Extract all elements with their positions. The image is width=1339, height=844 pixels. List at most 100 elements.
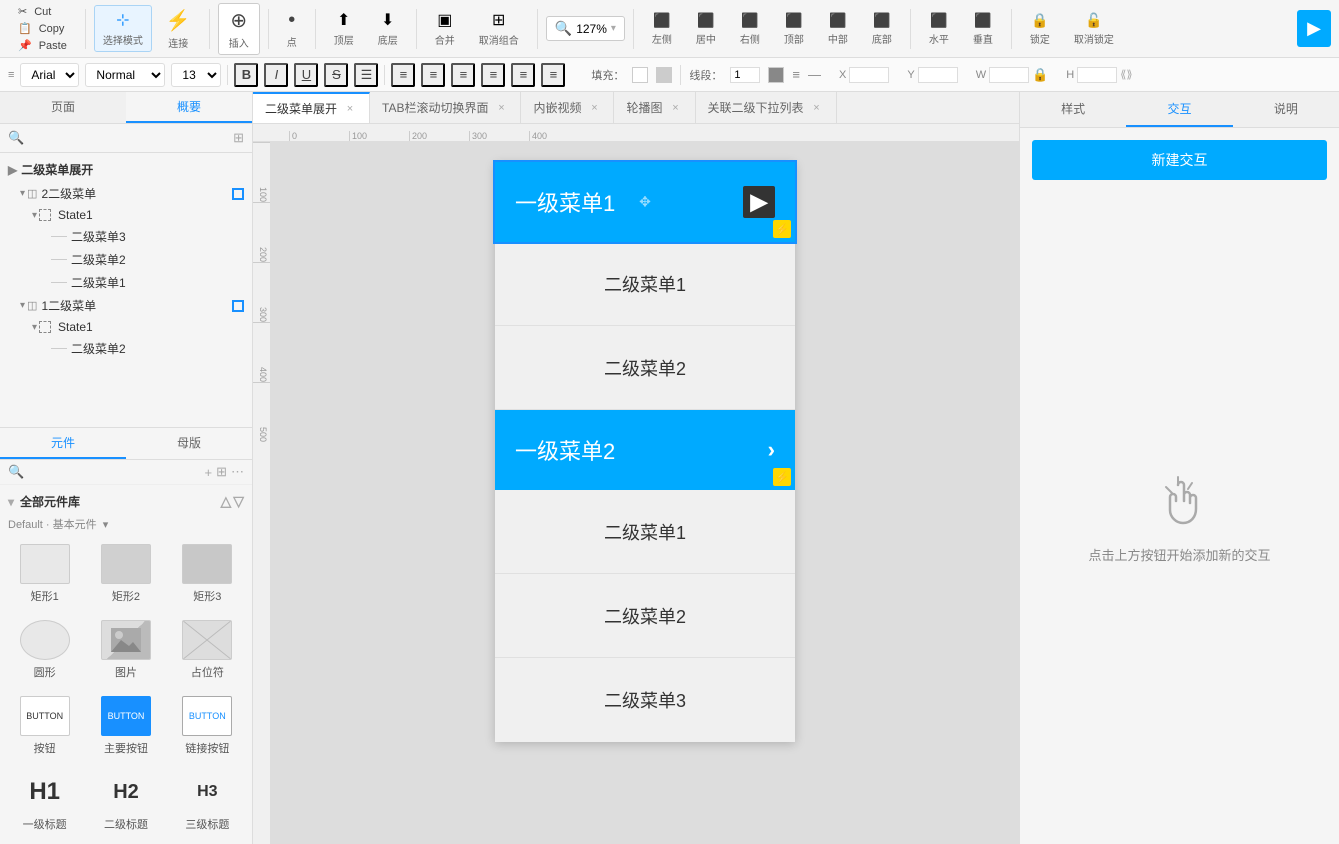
tab-overview[interactable]: 概要 [126,92,252,123]
comp-item-btn-link[interactable]: BUTTON 链接按钮 [171,692,244,760]
comp-more-icon[interactable]: ⋯ [231,464,244,480]
y-input[interactable] [918,67,958,83]
layer-item-submenu2-b[interactable]: ▾ 二级菜单2 [0,337,252,360]
layer-item-state1-b[interactable]: ▾ State1 [0,317,252,337]
canvas-tab-1[interactable]: 二级菜单展开 × [253,92,370,123]
align-right-button[interactable]: ⬛ 右侧 [730,8,770,50]
comp-item-rect2[interactable]: 矩形2 [89,540,162,608]
paste-button[interactable]: 📌 Paste [14,37,71,54]
component-search-input[interactable] [28,465,200,479]
underline-button[interactable]: U [294,63,318,87]
align-center-text-button[interactable]: ≡ [421,63,445,87]
point-button[interactable]: • 点 [277,5,307,53]
zoom-control[interactable]: 🔍 127% ▾ [546,16,625,41]
copy-button[interactable]: 📋 Copy [14,20,71,37]
font-size-select[interactable]: 13 [171,63,221,87]
group-button[interactable]: ▣ 合并 [425,6,465,51]
page-down-button[interactable]: ⬇ 底层 [368,6,408,51]
layer-item-2submenu[interactable]: ▾ ◫ 2二级菜单 [0,182,252,205]
fill-color-box[interactable] [632,67,648,83]
comp-item-h3[interactable]: H3 三级标题 [171,768,244,836]
line-width-input[interactable] [730,67,760,83]
canvas-tab-3[interactable]: 内嵌视频 × [521,92,614,123]
layer-item-state1-a[interactable]: ▾ State1 [0,205,252,225]
close-tab-icon[interactable]: × [343,102,357,116]
tab-page[interactable]: 页面 [0,92,126,123]
ungroup-button[interactable]: ⊞ 取消组合 [469,6,529,51]
comp-item-rect3[interactable]: 矩形3 [171,540,244,608]
menu-secondary-1-2[interactable]: 二级菜单2 [495,326,795,410]
fill-color-box2[interactable] [656,67,672,83]
layer-item-submenu3-a[interactable]: ▾ 二级菜单3 [0,225,252,248]
comp-item-placeholder[interactable]: 占位符 [171,616,244,684]
distribute-h-button[interactable]: ⬛ 水平 [919,8,959,50]
canvas-tab-4[interactable]: 轮播图 × [614,92,695,123]
align-right-text-button[interactable]: ≡ [451,63,475,87]
unlock-button[interactable]: 🔓 取消锁定 [1064,8,1124,50]
comp-item-h1[interactable]: H1 一级标题 [8,768,81,836]
font-style-select[interactable]: Normal [85,63,165,87]
h-input[interactable] [1077,67,1117,83]
sort-icon[interactable]: ⊞ [233,130,244,146]
comp-item-btn-primary[interactable]: BUTTON 主要按钮 [89,692,162,760]
italic-button[interactable]: I [264,63,288,87]
select-mode-button[interactable]: ⊹ 选择模式 [94,5,152,52]
align-middle-button[interactable]: ⬛ 中部 [818,8,858,50]
tab-interaction[interactable]: 交互 [1126,92,1232,127]
align-left-button[interactable]: ⬛ 左侧 [642,8,682,50]
preview-button[interactable]: ▶ [1297,10,1331,47]
page-up-button[interactable]: ⬆ 顶层 [324,6,364,51]
comp-item-img[interactable]: 图片 [89,616,162,684]
comp-item-h2[interactable]: H2 二级标题 [89,768,162,836]
menu-primary-1[interactable]: 一级菜单1 ▶ ✥ ⚡ [495,162,795,242]
text-align-5-button[interactable]: ≡ [511,63,535,87]
menu-secondary-2-1[interactable]: 二级菜单1 [495,490,795,574]
layer-item-1submenu[interactable]: ▾ ◫ 1二级菜单 [0,294,252,317]
line-color-box[interactable] [768,67,784,83]
list-button[interactable]: ☰ [354,63,378,87]
x-input[interactable] [849,67,889,83]
menu-secondary-2-3[interactable]: 二级菜单3 [495,658,795,742]
canvas-tab-5[interactable]: 关联二级下拉列表 × [696,92,837,123]
align-justify-button[interactable]: ≡ [481,63,505,87]
close-tab-icon[interactable]: × [810,101,824,115]
align-top-button[interactable]: ⬛ 顶部 [774,8,814,50]
font-family-select[interactable]: Arial [20,63,79,87]
close-tab-icon[interactable]: × [587,101,601,115]
cut-button[interactable]: ✂ Cut [14,3,71,20]
menu-primary-2[interactable]: 一级菜单2 › ⚡ [495,410,795,490]
comp-add-icon[interactable]: + [205,465,213,480]
menu-secondary-2-2[interactable]: 二级菜单2 [495,574,795,658]
text-align-6-button[interactable]: ≡ [541,63,565,87]
insert-button[interactable]: ⊕ 插入 [218,3,260,55]
lock-button[interactable]: 🔒 锁定 [1020,8,1060,50]
align-left-text-button[interactable]: ≡ [391,63,415,87]
comp-item-circle[interactable]: 圆形 [8,616,81,684]
scroll-down-icon[interactable]: ▽ [233,493,244,510]
bold-button[interactable]: B [234,63,258,87]
tab-notes[interactable]: 说明 [1233,92,1339,127]
tab-masters[interactable]: 母版 [126,428,252,459]
link-button[interactable]: ⚡ 连接 [156,4,201,54]
layer-search-input[interactable] [30,131,227,145]
strikethrough-button[interactable]: S [324,63,348,87]
layer-item-submenu1-a[interactable]: ▾ 二级菜单1 [0,271,252,294]
close-tab-icon[interactable]: × [669,101,683,115]
w-input[interactable] [989,67,1029,83]
tab-components[interactable]: 元件 [0,428,126,459]
distribute-v-button[interactable]: ⬛ 垂直 [963,8,1003,50]
comp-item-btn-normal[interactable]: BUTTON 按钮 [8,692,81,760]
canvas-tab-2[interactable]: TAB栏滚动切换界面 × [370,92,521,123]
layer-item-submenu2-a[interactable]: ▾ 二级菜单2 [0,248,252,271]
menu-secondary-1-1[interactable]: 二级菜单1 [495,242,795,326]
comp-item-rect1[interactable]: 矩形1 [8,540,81,608]
close-tab-icon[interactable]: × [494,101,508,115]
comp-copy-icon[interactable]: ⊞ [216,464,227,480]
canvas-area[interactable]: 一级菜单1 ▶ ✥ ⚡ 二级菜单1 二级菜单2 一级菜单2 › [271,142,1019,844]
tab-style[interactable]: 样式 [1020,92,1126,127]
scroll-up-icon[interactable]: △ [220,493,231,510]
align-bottom-button[interactable]: ⬛ 底部 [862,8,902,50]
panel-search-bar: 🔍 ⊞ [0,124,252,153]
align-center-button[interactable]: ⬛ 居中 [686,8,726,50]
new-interaction-button[interactable]: 新建交互 [1032,140,1327,180]
